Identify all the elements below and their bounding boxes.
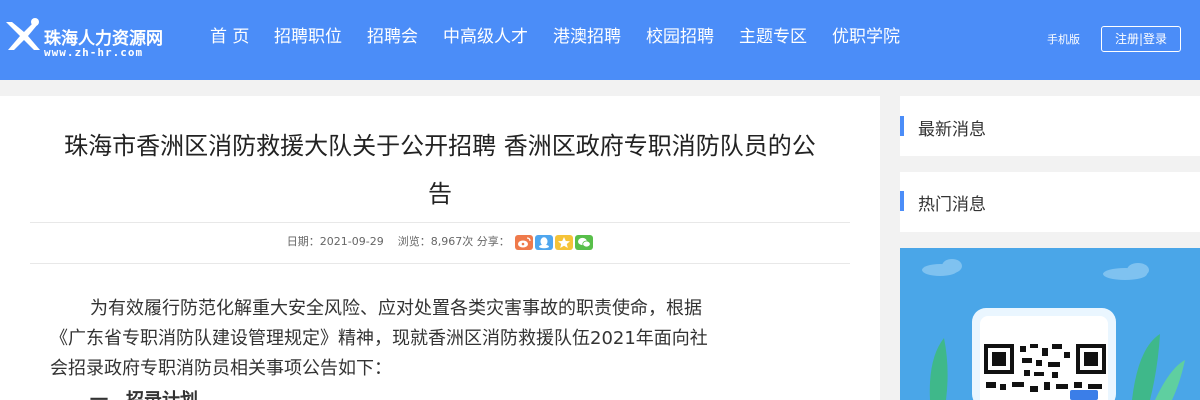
article-panel: 珠海市香洲区消防救援大队关于公开招聘 香洲区政府专职消防队员的公 告 日期：20…: [0, 96, 880, 400]
nav-senior-talent[interactable]: 中高级人才: [443, 22, 528, 52]
weibo-share-icon[interactable]: [515, 234, 534, 250]
paragraph-line: 为有效履行防范化解重大安全风险、应对处置各类灾害事故的职责使命，根据: [90, 298, 702, 319]
date-label: 日期：: [286, 235, 320, 248]
article-title-line2: 告: [428, 180, 452, 208]
article-views: 8,967次: [430, 235, 474, 248]
nav-campus[interactable]: 校园招聘: [646, 22, 714, 52]
nav-hk-macau[interactable]: 港澳招聘: [553, 22, 621, 52]
qr-promo-illustration: [922, 259, 1185, 400]
divider: [30, 222, 850, 223]
wechat-share-icon[interactable]: [575, 234, 594, 250]
paragraph-line: 《广东省专职消防队建设管理规定》精神，现就香洲区消防救援队伍2021年面向社: [50, 328, 708, 349]
hot-news-title[interactable]: 热门消息: [918, 190, 986, 215]
section-marker: [900, 191, 904, 211]
nav-job-fair[interactable]: 招聘会: [367, 22, 418, 52]
top-header: 珠海人力资源网 www.zh-hr.com 首 页 招聘职位 招聘会 中高级人才…: [0, 0, 1200, 80]
logo-url: www.zh-hr.com: [44, 46, 144, 59]
nav-jobs[interactable]: 招聘职位: [274, 22, 342, 52]
article-meta: 日期：2021-09-29 浏览：8,967次 分享：: [0, 232, 880, 252]
article-title: 珠海市香洲区消防救援大队关于公开招聘 香洲区政府专职消防队员的公 告: [0, 122, 880, 218]
latest-news-box: 最新消息: [900, 96, 1200, 156]
article-date: 2021-09-29: [319, 235, 384, 248]
app-qr-promo[interactable]: [900, 248, 1200, 400]
register-login-button[interactable]: 注册|登录: [1101, 26, 1181, 52]
section-marker: [900, 116, 904, 136]
site-logo[interactable]: 珠海人力资源网 www.zh-hr.com: [2, 10, 202, 70]
qzone-share-icon[interactable]: [555, 234, 574, 250]
nav-home[interactable]: 首 页: [210, 22, 249, 52]
article-title-line1: 珠海市香洲区消防救援大队关于公开招聘 香洲区政府专职消防队员的公: [64, 132, 816, 160]
views-label: 浏览：: [397, 235, 431, 248]
nav-topics[interactable]: 主题专区: [739, 22, 807, 52]
article-body: 为有效履行防范化解重大安全风险、应对处置各类灾害事故的职责使命，根据 《广东省专…: [50, 294, 830, 384]
logo-mark-icon: [6, 18, 40, 50]
paragraph-line: 会招录政府专职消防员相关事项公告如下：: [50, 358, 392, 379]
section-heading: 一、招录计划: [90, 386, 198, 400]
latest-news-title[interactable]: 最新消息: [918, 115, 986, 140]
qq-share-icon[interactable]: [535, 234, 554, 250]
share-label: 分享：: [476, 235, 510, 248]
nav-academy[interactable]: 优职学院: [832, 22, 900, 52]
mobile-version-link[interactable]: 手机版: [1047, 31, 1080, 47]
divider: [30, 263, 850, 264]
hot-news-box: 热门消息: [900, 172, 1200, 232]
